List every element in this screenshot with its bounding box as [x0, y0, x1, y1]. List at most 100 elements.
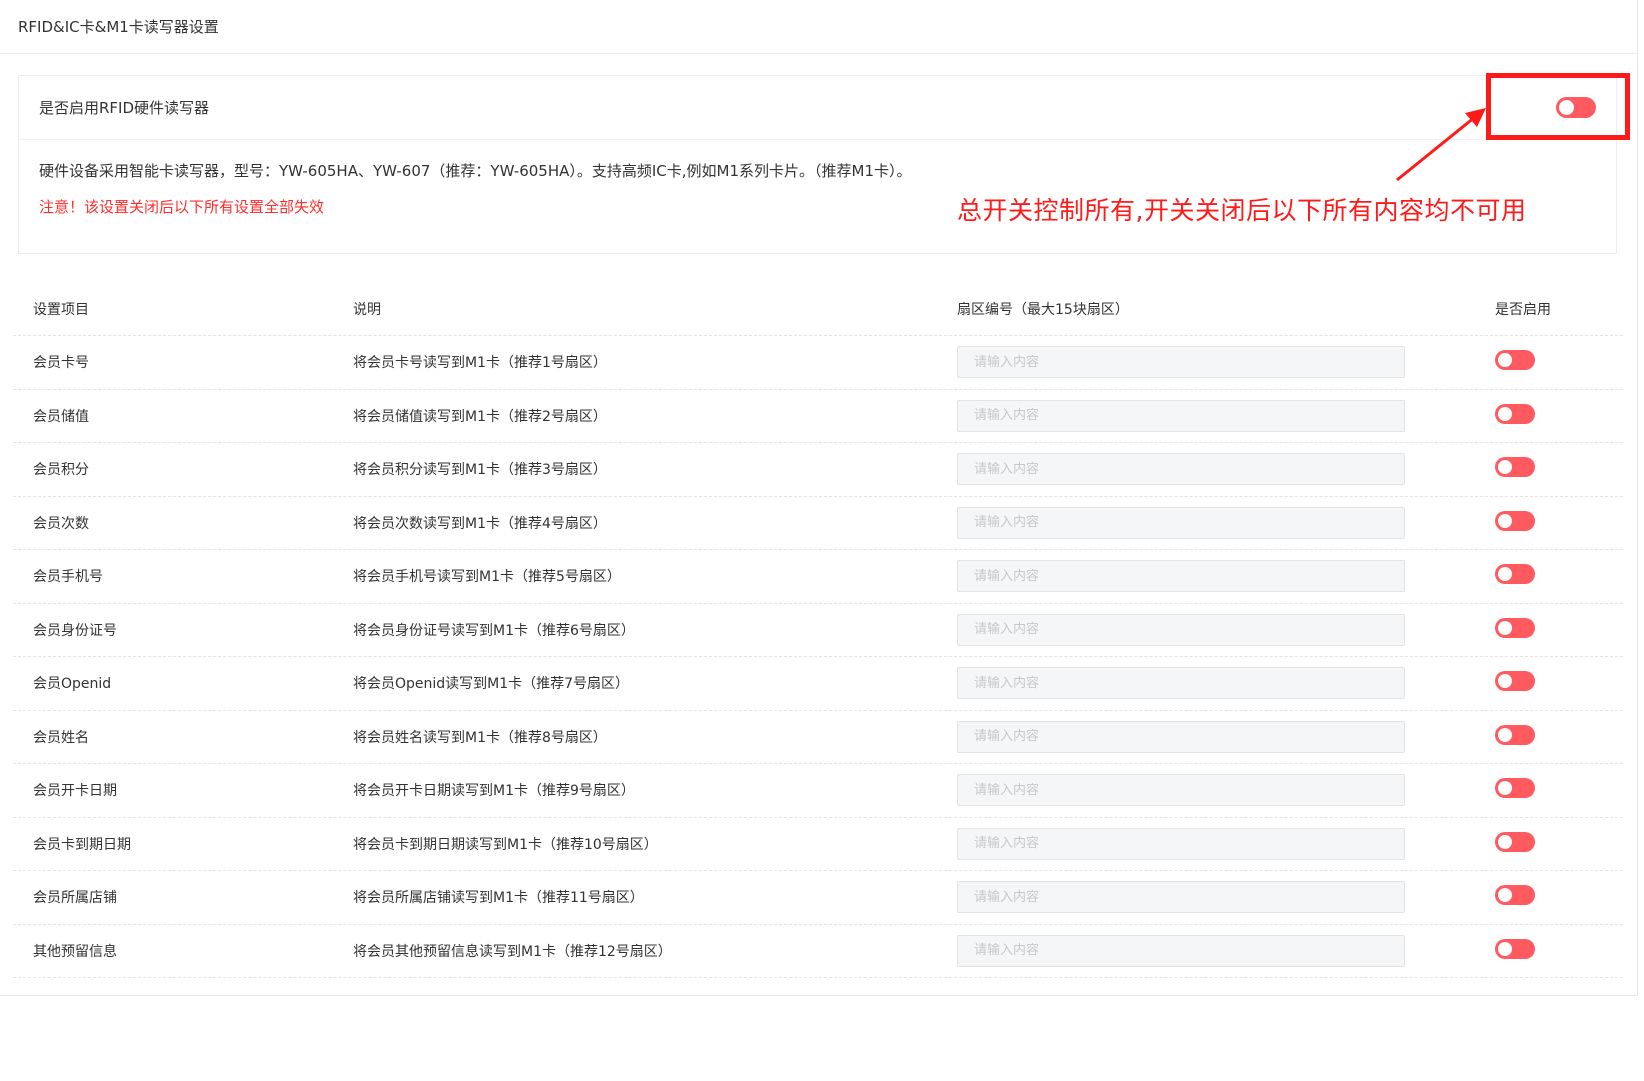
- row-sector-cell: [957, 827, 1405, 860]
- row-enable-toggle[interactable]: [1495, 778, 1535, 799]
- sector-number-input[interactable]: [957, 399, 1405, 432]
- toggle-knob: [1498, 727, 1512, 742]
- row-sector-cell: [957, 346, 1405, 379]
- toggle-knob: [1498, 460, 1512, 475]
- row-sector-cell: [957, 399, 1405, 432]
- row-enable-toggle[interactable]: [1495, 564, 1535, 585]
- row-item-name: 会员开卡日期: [33, 783, 117, 800]
- row-description: 将会员开卡日期读写到M1卡（推荐9号扇区）: [353, 783, 635, 800]
- row-enable-toggle[interactable]: [1495, 350, 1535, 371]
- table-row: 会员Openid 将会员Openid读写到M1卡（推荐7号扇区）: [13, 657, 1623, 711]
- table-row: 其他预留信息 将会员其他预留信息读写到M1卡（推荐12号扇区）: [13, 925, 1623, 978]
- row-enable-toggle[interactable]: [1495, 831, 1535, 852]
- row-toggle-cell: [1495, 403, 1535, 428]
- row-item-name: 会员姓名: [33, 729, 89, 746]
- row-toggle-cell: [1495, 724, 1535, 749]
- header-description: 说明: [353, 301, 381, 318]
- row-description: 将会员姓名读写到M1卡（推荐8号扇区）: [353, 729, 607, 746]
- row-description: 将会员次数读写到M1卡（推荐4号扇区）: [353, 515, 607, 532]
- row-enable-toggle[interactable]: [1495, 938, 1535, 959]
- sector-number-input[interactable]: [957, 613, 1405, 646]
- row-toggle-cell: [1495, 457, 1535, 481]
- row-toggle-cell: [1495, 564, 1535, 588]
- row-item-name: 会员积分: [33, 462, 89, 479]
- sector-number-input[interactable]: [957, 667, 1405, 700]
- table-row: 会员手机号 将会员手机号读写到M1卡（推荐5号扇区）: [13, 550, 1623, 604]
- row-sector-cell: [957, 453, 1405, 486]
- toggle-knob: [1498, 781, 1512, 796]
- row-enable-toggle[interactable]: [1495, 671, 1535, 692]
- row-item-name: 会员卡号: [33, 355, 89, 372]
- header-sector: 扇区编号（最大15块扇区）: [957, 301, 1129, 318]
- table-row: 会员身份证号 将会员身份证号读写到M1卡（推荐6号扇区）: [13, 604, 1623, 657]
- row-enable-toggle[interactable]: [1495, 885, 1535, 906]
- annotation-highlight-box: [1486, 73, 1630, 140]
- table-row: 会员次数 将会员次数读写到M1卡（推荐4号扇区）: [13, 497, 1623, 550]
- table-row: 会员所属店铺 将会员所属店铺读写到M1卡（推荐11号扇区）: [13, 871, 1623, 925]
- hardware-description: 硬件设备采用智能卡读写器，型号：YW-605HA、YW-607（推荐：YW-60…: [39, 162, 912, 180]
- table-header-row: 设置项目 说明 扇区编号（最大15块扇区） 是否启用: [13, 282, 1623, 336]
- header-enabled: 是否启用: [1495, 301, 1551, 318]
- table-row: 会员储值 将会员储值读写到M1卡（推荐2号扇区）: [13, 390, 1623, 443]
- row-item-name: 会员卡到期日期: [33, 836, 131, 853]
- row-enable-toggle[interactable]: [1495, 724, 1535, 745]
- annotation-text: 总开关控制所有,开关关闭后以下所有内容均不可用: [957, 196, 1527, 225]
- sector-number-input[interactable]: [957, 346, 1405, 379]
- row-description: 将会员手机号读写到M1卡（推荐5号扇区）: [353, 569, 621, 586]
- row-toggle-cell: [1495, 617, 1535, 642]
- row-toggle-cell: [1495, 938, 1535, 963]
- toggle-knob: [1498, 941, 1512, 956]
- sector-number-input[interactable]: [957, 720, 1405, 753]
- row-toggle-cell: [1495, 671, 1535, 695]
- sector-number-input[interactable]: [957, 453, 1405, 486]
- row-enable-toggle[interactable]: [1495, 403, 1535, 424]
- sector-number-input[interactable]: [957, 881, 1405, 914]
- table-row: 会员卡到期日期 将会员卡到期日期读写到M1卡（推荐10号扇区）: [13, 818, 1623, 871]
- header-item: 设置项目: [33, 301, 89, 318]
- sector-settings-table: 设置项目 说明 扇区编号（最大15块扇区） 是否启用 会员卡号 将会员卡号读写到M…: [13, 282, 1623, 978]
- sector-number-input[interactable]: [957, 774, 1405, 807]
- row-sector-cell: [957, 881, 1405, 914]
- row-item-name: 会员手机号: [33, 569, 103, 586]
- toggle-knob: [1498, 834, 1512, 849]
- row-description: 将会员其他预留信息读写到M1卡（推荐12号扇区）: [353, 943, 672, 960]
- page-title: RFID&IC卡&M1卡读写器设置: [0, 0, 1637, 54]
- row-sector-cell: [957, 667, 1405, 700]
- settings-page: RFID&IC卡&M1卡读写器设置 是否启用RFID硬件读写器 硬件设备采用智能…: [0, 0, 1638, 996]
- table-row: 会员积分 将会员积分读写到M1卡（推荐3号扇区）: [13, 443, 1623, 497]
- row-sector-cell: [957, 506, 1405, 539]
- toggle-knob: [1498, 620, 1512, 635]
- row-sector-cell: [957, 560, 1405, 593]
- row-description: 将会员Openid读写到M1卡（推荐7号扇区）: [353, 676, 630, 693]
- row-description: 将会员身份证号读写到M1卡（推荐6号扇区）: [353, 622, 635, 639]
- table-row: 会员开卡日期 将会员开卡日期读写到M1卡（推荐9号扇区）: [13, 764, 1623, 818]
- row-sector-cell: [957, 720, 1405, 753]
- toggle-knob: [1498, 353, 1512, 368]
- row-item-name: 会员储值: [33, 408, 89, 425]
- toggle-knob: [1498, 513, 1512, 528]
- row-toggle-cell: [1495, 831, 1535, 856]
- row-description: 将会员积分读写到M1卡（推荐3号扇区）: [353, 462, 607, 479]
- annotation-arrow-icon: [1396, 108, 1486, 182]
- table-row: 会员姓名 将会员姓名读写到M1卡（推荐8号扇区）: [13, 711, 1623, 764]
- toggle-knob: [1498, 888, 1512, 903]
- table-row: 会员卡号 将会员卡号读写到M1卡（推荐1号扇区）: [13, 336, 1623, 390]
- row-item-name: 其他预留信息: [33, 943, 117, 960]
- master-switch-card: 是否启用RFID硬件读写器 硬件设备采用智能卡读写器，型号：YW-605HA、Y…: [18, 75, 1617, 254]
- row-item-name: 会员Openid: [33, 676, 112, 693]
- sector-number-input[interactable]: [957, 827, 1405, 860]
- row-description: 将会员储值读写到M1卡（推荐2号扇区）: [353, 408, 607, 425]
- row-enable-toggle[interactable]: [1495, 510, 1535, 531]
- row-item-name: 会员次数: [33, 515, 89, 532]
- toggle-knob: [1498, 567, 1512, 582]
- row-item-name: 会员身份证号: [33, 622, 117, 639]
- row-enable-toggle[interactable]: [1495, 457, 1535, 478]
- row-sector-cell: [957, 934, 1405, 967]
- sector-number-input[interactable]: [957, 506, 1405, 539]
- sector-number-input[interactable]: [957, 934, 1405, 967]
- row-sector-cell: [957, 774, 1405, 807]
- sector-number-input[interactable]: [957, 560, 1405, 593]
- row-enable-toggle[interactable]: [1495, 617, 1535, 638]
- row-description: 将会员卡号读写到M1卡（推荐1号扇区）: [353, 355, 607, 372]
- toggle-knob: [1498, 406, 1512, 421]
